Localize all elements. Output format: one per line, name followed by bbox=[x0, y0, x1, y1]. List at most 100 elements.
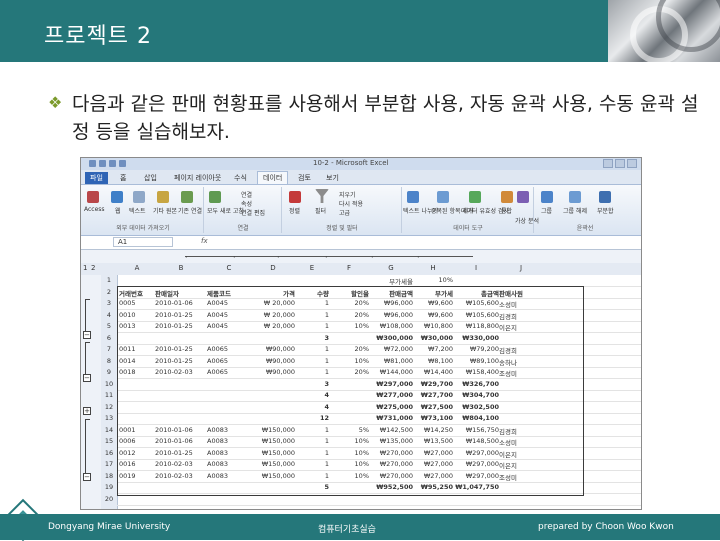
tab-insert[interactable]: 삽입 bbox=[139, 172, 162, 184]
row-number[interactable]: 16 bbox=[101, 449, 117, 457]
table-cell[interactable]: 10% bbox=[329, 322, 369, 330]
table-cell[interactable]: A0045 bbox=[207, 311, 251, 319]
table-row[interactable]: 0016 2010-02-03 A0083 ₩150,000 1 10% ₩270,000 ₩… bbox=[117, 459, 641, 471]
outline-collapse-button[interactable]: − bbox=[83, 374, 91, 382]
column-header[interactable]: H bbox=[413, 264, 453, 272]
table-cell[interactable]: ₩96,000 bbox=[369, 311, 413, 319]
group-button[interactable]: 그룹 bbox=[541, 206, 552, 215]
column-header[interactable]: C bbox=[207, 264, 251, 272]
edit-links-button[interactable]: 연결 편집 bbox=[241, 208, 265, 217]
table-cell[interactable]: ₩108,000 bbox=[369, 322, 413, 330]
advanced-button[interactable]: 고급 bbox=[339, 208, 350, 217]
table-cell[interactable]: 이은지 bbox=[499, 449, 543, 459]
row-number[interactable]: 19 bbox=[101, 483, 117, 491]
ungroup-icon[interactable] bbox=[569, 191, 581, 203]
outline-level-button[interactable]: 1 bbox=[83, 264, 87, 272]
text-to-columns-icon[interactable] bbox=[407, 191, 419, 203]
table-cell[interactable]: 20% bbox=[329, 311, 369, 319]
other-sources-button[interactable]: 기타 원본 bbox=[153, 206, 177, 215]
table-cell[interactable]: 10% bbox=[413, 276, 453, 284]
table-cell[interactable]: 김경희 bbox=[499, 426, 543, 436]
table-cell[interactable]: ₩30,000 bbox=[413, 334, 453, 342]
table-cell[interactable]: ₩73,100 bbox=[413, 414, 453, 422]
table-cell[interactable]: ₩275,000 bbox=[369, 403, 413, 411]
column-header[interactable]: E bbox=[295, 264, 329, 272]
row-number[interactable]: 2 bbox=[101, 288, 117, 296]
table-cell[interactable]: 이은지 bbox=[499, 460, 543, 470]
table-cell[interactable]: ₩150,000 bbox=[251, 437, 295, 445]
table-cell[interactable]: 5 bbox=[295, 483, 329, 491]
row-number[interactable]: 10 bbox=[101, 380, 117, 388]
table-cell[interactable]: 2010-02-03 bbox=[155, 368, 207, 376]
table-cell[interactable]: ₩804,100 bbox=[453, 414, 499, 422]
table-row[interactable]: 0018 2010-02-03 A0065 ₩90,000 1 20% ₩144,000 ₩1… bbox=[117, 367, 641, 379]
table-cell[interactable]: 2010-01-25 bbox=[155, 345, 207, 353]
table-cell[interactable]: 2010-02-03 bbox=[155, 460, 207, 468]
table-cell[interactable]: 2010-02-03 bbox=[155, 472, 207, 480]
table-cell[interactable]: 10% bbox=[329, 460, 369, 468]
table-cell[interactable]: 20% bbox=[329, 368, 369, 376]
tab-page-layout[interactable]: 페이지 레이아웃 bbox=[169, 172, 226, 184]
table-cell[interactable]: ₩952,500 bbox=[369, 483, 413, 491]
table-cell[interactable]: ₩142,500 bbox=[369, 426, 413, 434]
table-cell[interactable]: ₩90,000 bbox=[251, 368, 295, 376]
row-number[interactable]: 1 bbox=[101, 276, 117, 284]
table-cell[interactable]: 1 bbox=[295, 437, 329, 445]
table-cell[interactable]: 김경희 bbox=[499, 345, 543, 355]
tab-file[interactable]: 파일 bbox=[85, 172, 108, 184]
table-cell[interactable]: ₩270,000 bbox=[369, 449, 413, 457]
column-header[interactable]: G bbox=[369, 264, 413, 272]
window-controls[interactable] bbox=[601, 159, 637, 170]
table-cell[interactable]: 1 bbox=[295, 299, 329, 307]
row-number[interactable]: 18 bbox=[101, 472, 117, 480]
text-button[interactable]: 텍스트 bbox=[129, 206, 146, 215]
tab-formulas[interactable]: 수식 bbox=[229, 172, 252, 184]
group-icon[interactable] bbox=[541, 191, 553, 203]
row-number[interactable]: 15 bbox=[101, 437, 117, 445]
row-number[interactable]: 17 bbox=[101, 460, 117, 468]
table-cell[interactable]: ₩9,600 bbox=[413, 311, 453, 319]
table-cell[interactable]: ₩156,750 bbox=[453, 426, 499, 434]
table-cell[interactable]: 1 bbox=[295, 345, 329, 353]
table-row[interactable]: 0013 2010-01-25 A0045 ₩ 20,000 1 10% ₩108,000 ₩… bbox=[117, 321, 641, 333]
table-row[interactable]: 0010 2010-01-25 A0045 ₩ 20,000 1 20% ₩96,000 ₩9… bbox=[117, 310, 641, 322]
table-cell[interactable]: 2010-01-25 bbox=[155, 311, 207, 319]
table-cell[interactable]: 판매금액 bbox=[369, 288, 413, 298]
table-cell[interactable]: 0006 bbox=[119, 437, 155, 445]
table-cell[interactable]: 12 bbox=[295, 414, 329, 422]
tab-home[interactable]: 홈 bbox=[115, 172, 131, 184]
table-cell[interactable]: ₩95,250 bbox=[413, 483, 453, 491]
what-if-icon[interactable] bbox=[517, 191, 529, 203]
table-row[interactable]: 거래번호 판매일자 제품코드 가격 수량 할인율 판매금액 부가세 총금액 판매사원 bbox=[117, 287, 641, 299]
table-cell[interactable]: A0045 bbox=[207, 322, 251, 330]
table-cell[interactable]: 거래번호 bbox=[119, 288, 155, 298]
table-cell[interactable]: ₩ 20,000 bbox=[251, 311, 295, 319]
web-icon[interactable] bbox=[111, 191, 123, 203]
table-cell[interactable]: A0083 bbox=[207, 437, 251, 445]
column-header[interactable]: F bbox=[329, 264, 369, 272]
table-cell[interactable]: 1 bbox=[295, 322, 329, 330]
existing-connections-icon[interactable] bbox=[181, 191, 193, 203]
table-cell[interactable]: ₩270,000 bbox=[369, 460, 413, 468]
connections-button[interactable]: 연결 bbox=[241, 190, 252, 199]
table-cell[interactable]: ₩300,000 bbox=[369, 334, 413, 342]
table-cell[interactable]: A0083 bbox=[207, 449, 251, 457]
table-cell[interactable]: A0065 bbox=[207, 345, 251, 353]
text-file-icon[interactable] bbox=[133, 191, 145, 203]
table-cell[interactable]: A0065 bbox=[207, 368, 251, 376]
table-cell[interactable]: ₩158,400 bbox=[453, 368, 499, 376]
row-number[interactable]: 7 bbox=[101, 345, 117, 353]
table-cell[interactable]: ₩ 20,000 bbox=[251, 299, 295, 307]
table-cell[interactable]: ₩89,100 bbox=[453, 357, 499, 365]
table-cell[interactable]: ₩8,100 bbox=[413, 357, 453, 365]
table-cell[interactable]: ₩277,000 bbox=[369, 391, 413, 399]
web-button[interactable]: 웹 bbox=[115, 206, 121, 215]
table-cell[interactable]: ₩150,000 bbox=[251, 460, 295, 468]
table-cell[interactable]: ₩144,000 bbox=[369, 368, 413, 376]
table-row[interactable]: 0001 2010-01-06 A0083 ₩150,000 1 5% ₩142,500 ₩1… bbox=[117, 425, 641, 437]
table-cell[interactable]: 10% bbox=[329, 472, 369, 480]
row-number[interactable]: 13 bbox=[101, 414, 117, 422]
close-icon[interactable] bbox=[627, 159, 637, 168]
table-cell[interactable]: A0083 bbox=[207, 472, 251, 480]
table-cell[interactable]: ₩148,500 bbox=[453, 437, 499, 445]
